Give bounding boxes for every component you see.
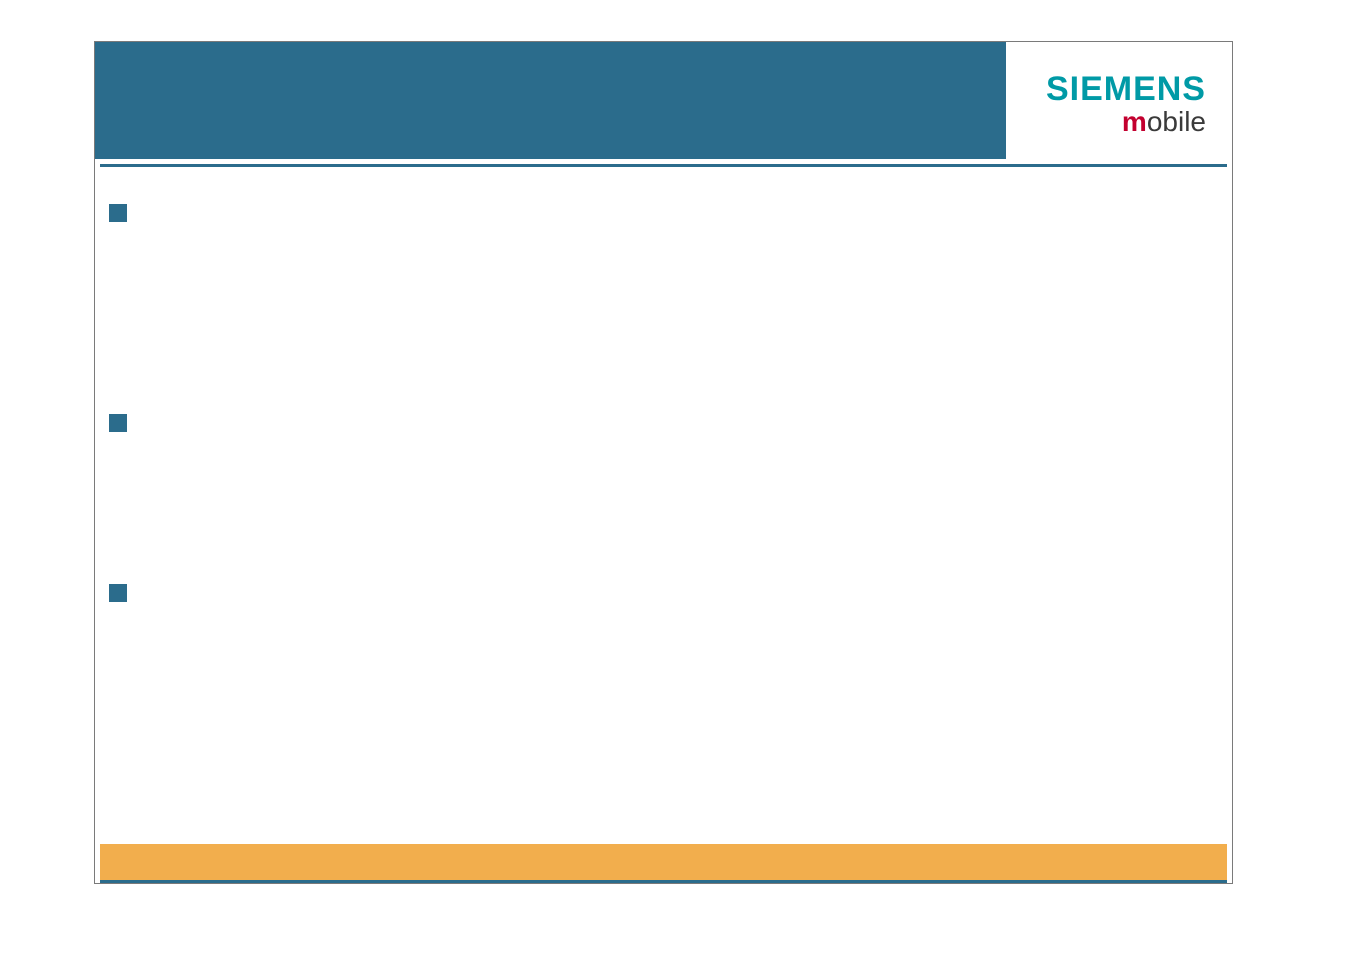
slide: SIEMENS mobile [94, 41, 1233, 884]
viewport: SIEMENS mobile [0, 0, 1351, 954]
bullet-square-icon [109, 584, 127, 602]
footer-bar [100, 844, 1227, 880]
brand-subtitle: mobile [1122, 108, 1206, 136]
bullet-square-icon [109, 414, 127, 432]
bullet-square-icon [109, 204, 127, 222]
brand-logo: SIEMENS mobile [1008, 50, 1224, 158]
brand-sub-m: m [1122, 106, 1147, 137]
footer-accent [100, 880, 1227, 883]
title-band [95, 42, 1006, 159]
brand-name: SIEMENS [1046, 72, 1206, 106]
content-area [95, 174, 1232, 841]
title-underline [100, 164, 1227, 167]
brand-sub-rest: obile [1147, 106, 1206, 137]
